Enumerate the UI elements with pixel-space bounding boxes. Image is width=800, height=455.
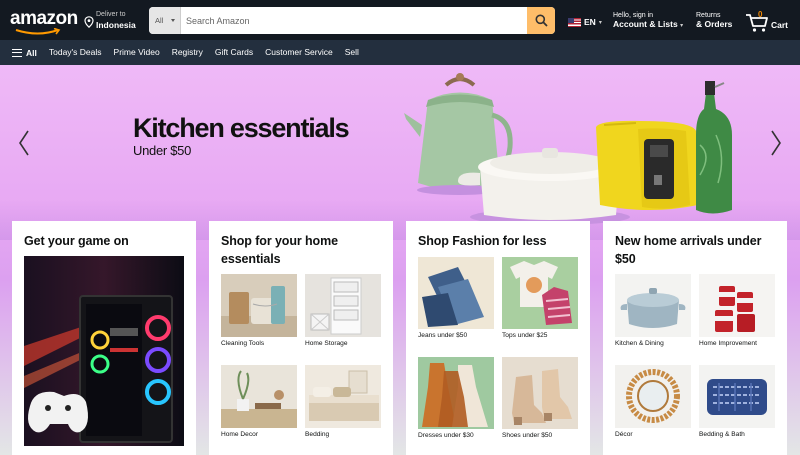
- chevron-down-icon: ▾: [598, 19, 602, 26]
- card-title: New home arrivals under $50: [615, 234, 762, 266]
- gaming-pc-graphic: [24, 256, 184, 446]
- tile-dresses[interactable]: Dresses under $30: [418, 357, 494, 439]
- card-title: Shop Fashion for less: [418, 234, 547, 248]
- toaster-image: [596, 120, 698, 210]
- nav-bar: All Today's Deals Prime Video Registry G…: [0, 40, 800, 65]
- jeans-image: [418, 257, 494, 329]
- tile-bedding[interactable]: Bedding: [305, 365, 381, 438]
- tile-kitchen-dining[interactable]: Kitchen & Dining: [615, 274, 691, 347]
- account-lists[interactable]: Hello, sign in Account & Lists ▾: [613, 12, 683, 29]
- returns-orders[interactable]: Returns & Orders: [696, 12, 732, 29]
- tile-home-improvement[interactable]: Home Improvement: [699, 274, 775, 347]
- location-pin-icon: [84, 16, 94, 28]
- tile-caption: Kitchen & Dining: [615, 340, 664, 347]
- tile-caption: Shoes under $50: [502, 432, 553, 439]
- deliver-label: Deliver to: [96, 11, 126, 18]
- nav-link-prime-video[interactable]: Prime Video: [108, 40, 166, 65]
- returns-label: Returns: [696, 12, 721, 19]
- cart-icon: [746, 14, 768, 32]
- language-label: EN: [584, 17, 596, 27]
- orders-label: & Orders: [696, 19, 733, 29]
- all-menu-button[interactable]: All: [0, 40, 43, 65]
- nav-link-sell[interactable]: Sell: [339, 40, 365, 65]
- bedding-bath-image: [699, 365, 775, 428]
- amazon-logo[interactable]: amazon: [10, 8, 78, 35]
- nav-link-todays-deals[interactable]: Today's Deals: [43, 40, 108, 65]
- tile-decor[interactable]: Décor: [615, 365, 691, 438]
- chevron-left-icon: [19, 130, 29, 156]
- hamburger-icon: [12, 48, 22, 57]
- tile-caption: Jeans under $50: [418, 332, 468, 339]
- tile-cleaning-tools[interactable]: Cleaning Tools: [221, 274, 297, 347]
- home-improvement-image: [699, 274, 775, 337]
- logo-text: amazon: [10, 8, 78, 29]
- card-title: Get your game on: [24, 234, 129, 248]
- tile-jeans[interactable]: Jeans under $50: [418, 257, 494, 339]
- nav-link-customer-service[interactable]: Customer Service: [259, 40, 339, 65]
- card-new-home-arrivals[interactable]: New home arrivals under $50 Kitchen & Di…: [603, 221, 787, 455]
- deliver-to[interactable]: Deliver to Indonesia: [84, 11, 146, 33]
- tile-home-decor[interactable]: Home Decor: [221, 365, 297, 438]
- tile-caption: Bedding & Bath: [699, 431, 745, 438]
- kitchen-products-image: [404, 73, 732, 225]
- shoes-image: [502, 357, 578, 429]
- card-home-essentials[interactable]: Shop for your home essentials Cleaning T…: [209, 221, 393, 455]
- nav-link-gift-cards[interactable]: Gift Cards: [209, 40, 259, 65]
- deliver-country: Indonesia: [96, 20, 136, 30]
- bedding-image: [305, 365, 381, 428]
- tile-tops[interactable]: Tops under $25: [502, 257, 578, 339]
- tile-caption: Home Decor: [221, 431, 259, 438]
- chevron-down-icon: [171, 19, 175, 22]
- account-lists-text: Account & Lists: [613, 19, 678, 29]
- us-flag-icon: [568, 17, 581, 27]
- tile-caption: Dresses under $30: [418, 432, 474, 439]
- tile-caption: Cleaning Tools: [221, 340, 265, 347]
- cleaning-tools-image: [221, 274, 297, 337]
- account-lists-label: Account & Lists ▾: [613, 19, 683, 29]
- search-category-select[interactable]: All: [149, 7, 181, 34]
- hero-banner[interactable]: Kitchen essentials Under $50 Get your ga…: [0, 65, 800, 455]
- decor-image: [615, 365, 691, 428]
- home-storage-image: [305, 274, 381, 337]
- card-shop-fashion[interactable]: Shop Fashion for less Jeans under $50 To…: [406, 221, 590, 455]
- kitchen-dining-image: [615, 274, 691, 337]
- hero-title: Kitchen essentials: [133, 113, 350, 143]
- search-category-label: All: [155, 16, 164, 25]
- carousel-prev-button[interactable]: [14, 123, 34, 163]
- home-decor-image: [221, 365, 297, 428]
- smile-icon: [15, 28, 61, 35]
- card-get-your-game-on[interactable]: Get your game on: [12, 221, 196, 455]
- card-row: Get your game on Shop for your home esse…: [12, 221, 788, 455]
- tile-bedding-bath[interactable]: Bedding & Bath: [699, 365, 775, 438]
- cart-label: Cart: [771, 20, 789, 30]
- tile-shoes[interactable]: Shoes under $50: [502, 357, 578, 439]
- cart-count: 0: [758, 10, 763, 19]
- tile-caption: Tops under $25: [502, 332, 548, 339]
- gaming-pc-image[interactable]: [24, 256, 184, 446]
- search-icon: [535, 14, 548, 27]
- tops-image: [502, 257, 578, 329]
- chevron-down-icon: ▾: [680, 23, 684, 29]
- account-greeting: Hello, sign in: [613, 12, 654, 19]
- tile-caption: Home Storage: [305, 340, 348, 347]
- top-header: amazon Deliver to Indonesia All EN ▾: [0, 0, 800, 40]
- search-button[interactable]: [527, 7, 555, 34]
- search-input[interactable]: [182, 7, 527, 34]
- tile-caption: Home Improvement: [699, 340, 757, 347]
- nav-link-registry[interactable]: Registry: [166, 40, 209, 65]
- cart-button[interactable]: 0 Cart: [745, 9, 791, 33]
- tile-home-storage[interactable]: Home Storage: [305, 274, 381, 347]
- tile-caption: Bedding: [305, 431, 330, 438]
- all-menu-label: All: [26, 47, 37, 58]
- oil-bottle-image: [696, 81, 732, 214]
- search-bar: All: [149, 7, 555, 34]
- hero-subtitle: Under $50: [133, 143, 192, 158]
- dresses-image: [418, 357, 494, 429]
- card-title: Shop for your home essentials: [221, 234, 338, 266]
- language-selector[interactable]: EN ▾: [568, 15, 602, 29]
- tile-caption: Décor: [615, 431, 633, 438]
